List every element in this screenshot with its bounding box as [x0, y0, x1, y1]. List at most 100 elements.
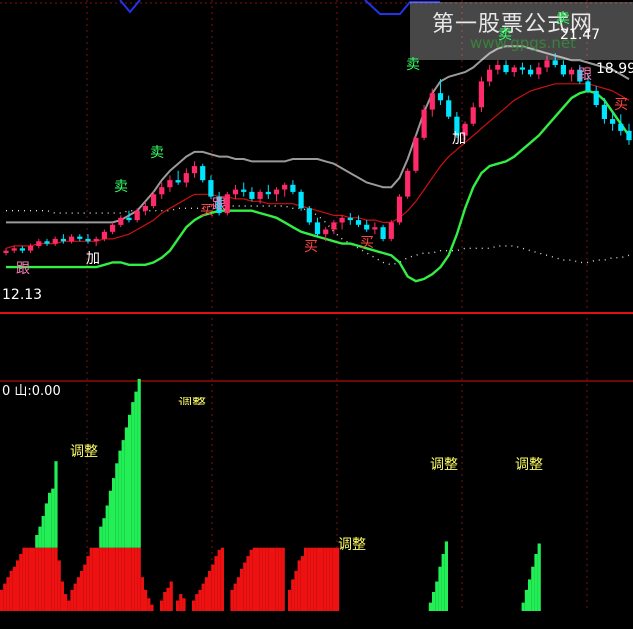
candle-body [528, 69, 534, 75]
indicator-bar-red [307, 547, 311, 611]
signal-label: 卖 [406, 57, 420, 73]
candle-body [142, 206, 148, 211]
candle-body [511, 67, 517, 73]
candle-body [519, 67, 525, 70]
indicator-bar-red [12, 566, 16, 611]
signal-label: 跟 [212, 197, 226, 213]
adjust-label: 调整 [70, 444, 98, 460]
indicator-bar-red [25, 547, 29, 611]
indicator-bar-green [524, 589, 528, 611]
candle-body [101, 231, 107, 239]
indicator-bar-green [38, 526, 42, 548]
indicator-bar-red [230, 589, 234, 611]
indicator-bar-red [320, 547, 324, 611]
indicator-bar-red [217, 549, 221, 611]
candle-body [437, 93, 444, 101]
candle-body [200, 166, 206, 181]
chart-canvas [0, 0, 633, 612]
indicator-bar-red [323, 547, 327, 611]
candle-body [19, 248, 25, 251]
candle-body [331, 222, 337, 230]
candle-body [191, 166, 198, 174]
candle-body [364, 224, 370, 230]
candle-body [487, 69, 493, 82]
indicator-bar-green [438, 566, 442, 611]
signal-label: 跟 [578, 67, 592, 83]
indicator-bar-red [182, 598, 186, 611]
indicator-bar-red [268, 547, 272, 611]
indicator-bar-red [128, 547, 132, 611]
adjust-label: 调整 [430, 457, 458, 473]
indicator-bar-red [294, 570, 298, 611]
top-marker-line [119, 0, 141, 14]
indicator-bar-red [236, 577, 240, 611]
indicator-bar-red [6, 577, 10, 611]
indicator-bar-red [208, 570, 212, 611]
candle-body [232, 189, 239, 195]
indicator-bar-green [121, 440, 125, 548]
candle-body [405, 170, 411, 197]
indicator-bar-red [240, 568, 244, 611]
indicator-bar-green [54, 461, 58, 548]
indicator-bar-red [198, 589, 202, 611]
candle-body [478, 81, 484, 108]
candle-body [208, 180, 214, 197]
indicator-bar-red [89, 547, 93, 611]
indicator-bar-green [131, 402, 135, 548]
indicator-bar-red [108, 547, 112, 611]
indicator-bar-red [28, 547, 32, 611]
indicator-bar-red [51, 547, 55, 611]
indicator-bar-red [54, 547, 58, 611]
indicator-bar-red [48, 547, 52, 611]
indicator-bar-green [128, 414, 132, 548]
indicator-bar-red [246, 556, 250, 611]
indicator-bar-red [19, 554, 23, 611]
indicator-bar-red [313, 547, 317, 611]
indicator-bar-green [531, 566, 535, 611]
indicator-bar-green [521, 602, 525, 611]
signal-label: 卖 [498, 27, 512, 43]
candle-body [618, 123, 624, 131]
signal-label: 买 [614, 97, 628, 113]
indicator-bar-red [118, 547, 122, 611]
candle-body [44, 241, 50, 244]
indicator-bar-red [0, 589, 4, 611]
candle-body [552, 60, 558, 65]
candle-body [28, 245, 34, 251]
candle-body [257, 191, 263, 199]
indicator-bar-green [102, 518, 106, 548]
indicator-bar-red [169, 581, 173, 611]
candle-body [323, 229, 329, 235]
indicator-bar-red [32, 547, 36, 611]
signal-label: 卖 [114, 179, 128, 195]
indicator-bar-red [281, 547, 285, 611]
candle-body [69, 236, 75, 242]
indicator-bar-red [265, 547, 269, 611]
indicator-bar-red [288, 589, 292, 611]
indicator-bar-red [124, 547, 128, 611]
indicator-bar-red [326, 547, 330, 611]
indicator-bar-red [304, 547, 308, 611]
adjust-label: 调整 [515, 457, 543, 473]
candle-body [446, 100, 452, 117]
indicator-bar-red [249, 549, 253, 611]
indicator-bar-red [233, 583, 237, 611]
indicator-bar-green [134, 391, 138, 548]
indicator-bar-green [537, 543, 541, 611]
signal-label: 加 [452, 131, 466, 147]
indicator-bar-green [137, 378, 141, 548]
indicator-bar-red [166, 587, 170, 611]
candle-body [36, 241, 42, 246]
indicator-bar-red [329, 547, 333, 611]
indicator-bar-red [163, 592, 167, 611]
candle-body [3, 250, 9, 253]
candle-body [265, 191, 271, 195]
indicator-bar-red [16, 560, 20, 611]
candle-body [593, 90, 599, 105]
candle-body [183, 173, 189, 183]
candle-body [273, 189, 280, 195]
indicator-bar-red [278, 547, 282, 611]
indicator-bar-red [291, 579, 295, 611]
indicator-bar-red [35, 547, 39, 611]
candle-body [85, 238, 91, 242]
